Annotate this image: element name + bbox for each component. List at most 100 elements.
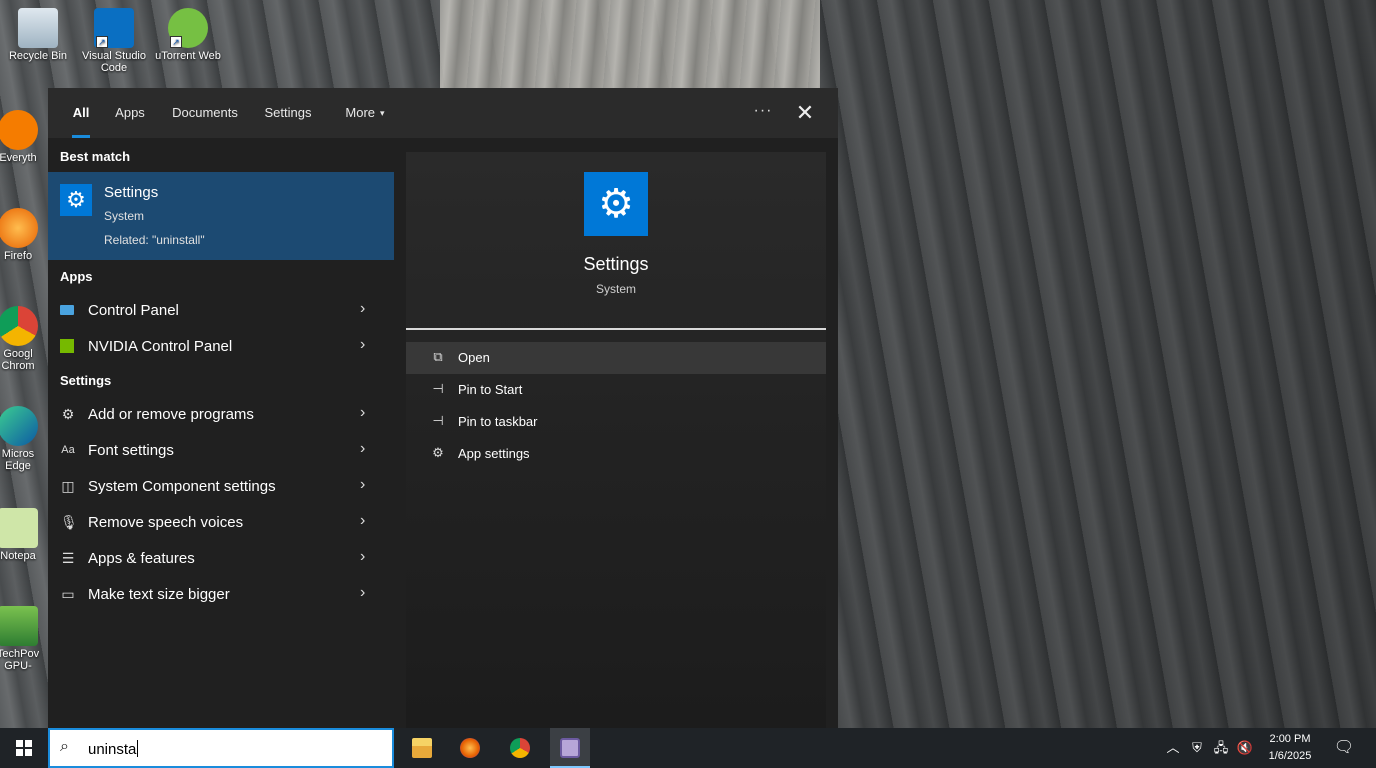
action-label: Pin to taskbar [458,414,538,429]
close-icon[interactable]: ✕ [790,98,820,128]
app-icon [560,738,580,758]
desktop-icon-vscode[interactable]: ↗ Visual Studio Code [76,8,152,74]
result-control-panel[interactable]: Control Panel › [48,292,394,328]
desktop-icon-edge[interactable]: Micros Edge [0,406,46,472]
network-icon[interactable]: 🖧 [1210,728,1232,768]
chevron-right-icon[interactable]: › [360,440,365,458]
show-hidden-icons-chevron-icon[interactable]: ︿ [1164,728,1182,768]
more-options-icon[interactable]: ··· [748,100,778,126]
result-add-remove-programs[interactable]: ⚙ Add or remove programs › [48,396,394,432]
chevron-right-icon[interactable]: › [360,584,365,602]
result-label: Remove speech voices [88,514,244,531]
action-app-settings[interactable]: ⚙ App settings [406,438,826,470]
desktop-icon-label: Everyth [0,152,37,164]
result-label: Make text size bigger [88,586,230,603]
result-remove-speech-voices[interactable]: 🎙 Remove speech voices › [48,504,394,540]
security-icon[interactable]: ⛨ [1186,728,1208,768]
desktop-icon-chrome[interactable]: Googl Chrom [0,306,46,372]
chevron-right-icon[interactable]: › [360,404,365,422]
edge-icon [0,406,38,446]
desktop-icon-recycle-bin[interactable]: Recycle Bin [0,8,76,62]
result-label: NVIDIA Control Panel [88,338,233,355]
chevron-right-icon[interactable]: › [360,336,365,354]
everything-icon [0,110,38,150]
tab-apps[interactable]: Apps [108,88,152,138]
chrome-icon [510,738,530,758]
taskbar: ⌕ uninsta ︿ ⛨ 🖧 🔇 2:00 PM 1/6/2025 🗨 [0,728,1376,768]
start-button[interactable] [0,728,48,768]
search-panel: All Apps Documents Settings More ▾ ··· ✕ … [48,88,838,728]
pin-icon: ⊣ [432,381,444,396]
taskbar-search-input[interactable]: ⌕ uninsta [48,728,394,768]
vscode-icon: ↗ [94,8,134,48]
results-list: Best match ⚙ Settings System Related: "u… [48,138,396,728]
action-pin-to-start[interactable]: ⊣ Pin to Start [406,374,826,406]
list-icon: ☰ [61,550,75,566]
tab-all[interactable]: All [60,88,102,138]
microphone-icon: 🎙 [60,514,78,530]
taskbar-chrome[interactable] [500,728,540,768]
chevron-right-icon[interactable]: › [360,548,365,566]
file-explorer-icon [412,738,432,758]
utorrent-icon: ↗ [168,8,208,48]
desktop-icon-firefox[interactable]: Firefo [0,208,46,262]
monitor-icon: ▭ [61,586,75,602]
best-match-heading: Best match [60,149,131,164]
result-nvidia-control-panel[interactable]: NVIDIA Control Panel › [48,328,394,364]
chrome-icon [0,306,38,346]
result-label: Control Panel [88,302,179,319]
volume-muted-icon[interactable]: 🔇 [1234,728,1256,768]
desktop-icon-notepad[interactable]: Notepa [0,508,46,562]
taskbar-file-explorer[interactable] [402,728,442,768]
best-match-settings[interactable]: ⚙ Settings System Related: "uninstall" [48,172,394,260]
settings-heading: Settings [60,373,112,388]
action-open[interactable]: ⧉ Open [406,342,826,374]
best-match-subtitle: System [104,209,145,223]
system-clock[interactable]: 2:00 PM 1/6/2025 [1262,731,1318,765]
taskbar-firefox[interactable] [450,728,490,768]
chevron-right-icon[interactable]: › [360,300,365,318]
nvidia-icon [60,339,74,353]
action-pin-to-taskbar[interactable]: ⊣ Pin to taskbar [406,406,826,438]
notification-icon[interactable]: 🗨 [1326,728,1362,768]
wallpaper-highlight [440,0,820,90]
clock-time: 2:00 PM [1269,733,1311,745]
shortcut-arrow-icon: ↗ [96,36,108,48]
recycle-bin-icon [18,8,58,48]
result-system-component-settings[interactable]: ◫ System Component settings › [48,468,394,504]
result-label: System Component settings [88,478,276,495]
tab-documents[interactable]: Documents [162,88,248,138]
desktop-icon-label: Micros Edge [1,448,35,472]
result-font-settings[interactable]: Aa Font settings › [48,432,394,468]
apps-heading: Apps [60,269,93,284]
gear-icon: ⚙ [584,172,648,236]
desktop-icon-everything[interactable]: Everyth [0,110,46,164]
search-query[interactable]: uninsta [88,740,139,758]
open-icon: ⧉ [433,349,443,364]
action-label: Open [458,350,490,365]
taskbar-active-app[interactable] [550,728,590,768]
preview-divider [406,328,826,330]
tab-more[interactable]: More ▾ [330,88,400,138]
firefox-icon [460,738,480,758]
desktop-icon-utorrent[interactable]: ↗ uTorrent Web [150,8,226,62]
notepad-icon [0,508,38,548]
window-icon: ◫ [61,478,75,494]
desktop-icon-gpuz[interactable]: TechPov GPU- [0,606,46,672]
desktop-icon-label: Visual Studio Code [81,50,146,74]
chevron-right-icon[interactable]: › [360,512,365,530]
desktop-icon-label: Recycle Bin [8,50,68,62]
preview-subtitle: System [595,282,636,296]
windows-logo-icon [16,740,32,756]
tab-settings[interactable]: Settings [256,88,320,138]
result-label: Font settings [88,442,174,459]
gear-icon: ⚙ [61,406,75,422]
desktop-icon-label: uTorrent Web [155,50,221,62]
gear-icon: ⚙ [432,445,444,460]
action-label: App settings [458,446,530,461]
result-apps-features[interactable]: ☰ Apps & features › [48,540,394,576]
result-make-text-size-bigger[interactable]: ▭ Make text size bigger › [48,576,394,612]
pin-icon: ⊣ [432,413,444,428]
gpu-z-icon [0,606,38,646]
chevron-right-icon[interactable]: › [360,476,365,494]
